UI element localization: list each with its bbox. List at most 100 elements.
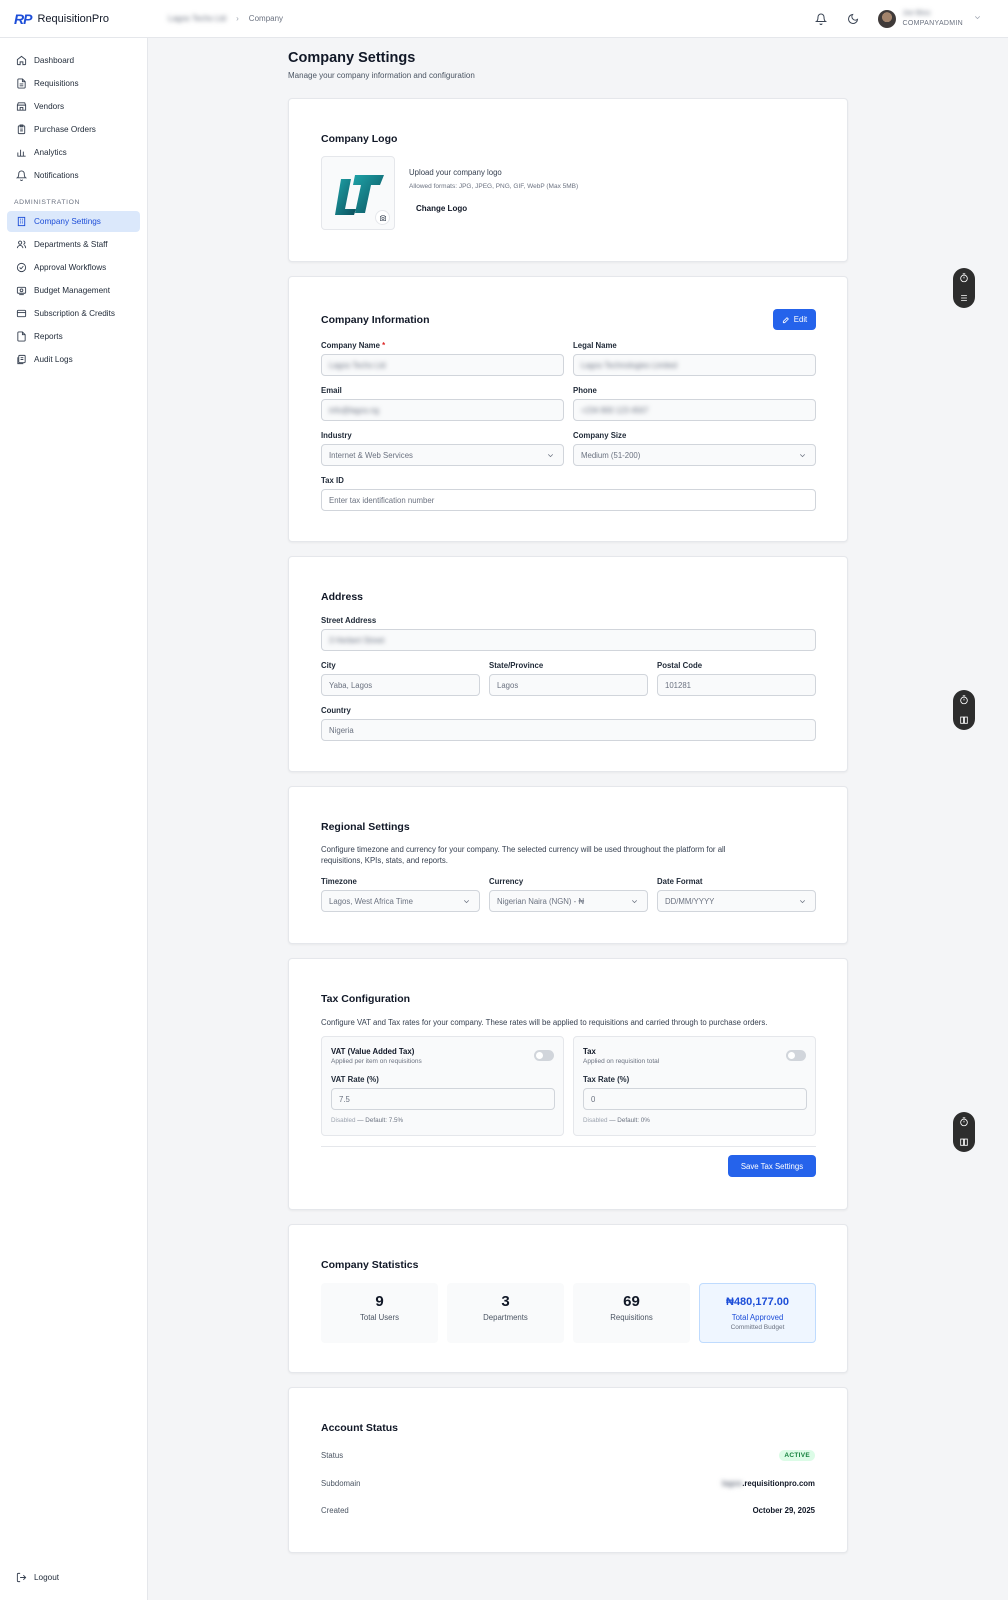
sidebar-item-subscription-credits[interactable]: Subscription & Credits bbox=[7, 303, 140, 324]
company-name-field[interactable]: Lagos Techs Ltd bbox=[321, 354, 564, 376]
sidebar-item-purchase-orders[interactable]: Purchase Orders bbox=[7, 119, 140, 140]
vat-title: VAT (Value Added Tax) bbox=[331, 1047, 415, 1056]
bell-icon bbox=[16, 170, 27, 181]
field-value: Lagos Techs Ltd bbox=[329, 360, 386, 370]
floating-widget[interactable] bbox=[953, 268, 975, 308]
user-menu[interactable]: Joe Bliss COMPANYADMIN bbox=[902, 9, 963, 29]
card-title: Account Status bbox=[321, 1422, 399, 1434]
industry-select[interactable]: Internet & Web Services bbox=[321, 444, 564, 466]
field-value: +234 800 123 4567 bbox=[581, 405, 649, 415]
vat-default: — Default: 7.5% bbox=[357, 1117, 404, 1124]
card-title: Company Statistics bbox=[321, 1259, 419, 1271]
sidebar-item-requisitions[interactable]: Requisitions bbox=[7, 73, 140, 94]
field-placeholder: Enter tax identification number bbox=[329, 495, 435, 505]
sidebar-item-analytics[interactable]: Analytics bbox=[7, 142, 140, 163]
logout-button[interactable]: Logout bbox=[7, 1567, 141, 1588]
legal-name-field[interactable]: Lagos Technologies Limited bbox=[573, 354, 816, 376]
bell-icon[interactable] bbox=[814, 12, 828, 26]
chevron-down-icon[interactable] bbox=[973, 13, 982, 24]
save-tax-settings-button[interactable]: Save Tax Settings bbox=[728, 1155, 816, 1177]
state-label: State/Province bbox=[489, 661, 544, 670]
moon-icon[interactable] bbox=[846, 12, 860, 26]
stat-label: Total Users bbox=[360, 1313, 399, 1322]
sidebar-item-dashboard[interactable]: Dashboard bbox=[7, 50, 140, 71]
bar-chart-icon bbox=[17, 149, 26, 157]
list-icon bbox=[961, 295, 967, 301]
sidebar-item-departments-staff[interactable]: Departments & Staff bbox=[7, 234, 140, 255]
stat-sublabel: Committed Budget bbox=[730, 1324, 785, 1331]
subdomain-label: Subdomain bbox=[321, 1479, 361, 1488]
date-format-select[interactable]: DD/MM/YYYY bbox=[657, 890, 816, 912]
breadcrumb-company[interactable]: Lagos Techs Ltd bbox=[168, 14, 226, 23]
vat-note: Disabled — Default: 7.5% bbox=[331, 1117, 403, 1124]
timezone-select[interactable]: Lagos, West Africa Time bbox=[321, 890, 480, 912]
country-field[interactable]: Nigeria bbox=[321, 719, 816, 741]
regional-description: Configure timezone and currency for your… bbox=[321, 844, 726, 866]
sidebar-item-label: Purchase Orders bbox=[34, 125, 96, 134]
sidebar-item-company-settings[interactable]: Company Settings bbox=[7, 211, 140, 232]
company-logo[interactable] bbox=[321, 156, 395, 230]
avatar[interactable] bbox=[878, 9, 897, 28]
regional-settings-card: Regional Settings Configure timezone and… bbox=[288, 786, 848, 944]
vat-rate-field[interactable]: 7.5 bbox=[331, 1088, 555, 1110]
currency-select[interactable]: Nigerian Naira (NGN) - ₦ bbox=[489, 890, 648, 912]
brand[interactable]: RP RequisitionPro bbox=[0, 11, 152, 27]
field-value: DD/MM/YYYY bbox=[665, 896, 715, 906]
sidebar-item-audit-logs[interactable]: Audit Logs bbox=[7, 349, 140, 370]
users-icon bbox=[16, 240, 27, 249]
tax-default: — Default: 0% bbox=[609, 1117, 650, 1124]
timer-icon bbox=[960, 695, 968, 705]
tax-rate-field[interactable]: 0 bbox=[583, 1088, 807, 1110]
status-label: Status bbox=[321, 1451, 344, 1460]
camera-icon[interactable] bbox=[375, 210, 390, 225]
stat-departments: 3 Departments bbox=[447, 1283, 564, 1343]
logout-icon bbox=[16, 1572, 27, 1583]
field-value: info@lagos.ng bbox=[329, 405, 379, 415]
sidebar-item-label: Reports bbox=[34, 332, 63, 341]
vat-rate-label: VAT Rate (%) bbox=[331, 1075, 379, 1084]
change-logo-button[interactable]: Change Logo bbox=[416, 204, 467, 213]
tax-toggle[interactable] bbox=[786, 1050, 806, 1061]
email-field[interactable]: info@lagos.ng bbox=[321, 399, 564, 421]
postal-code-field[interactable]: 101281 bbox=[657, 674, 816, 696]
sidebar-item-approval-workflows[interactable]: Approval Workflows bbox=[7, 257, 140, 278]
card-title: Company Information bbox=[321, 314, 430, 326]
breadcrumb-current: Company bbox=[248, 14, 284, 23]
company-size-select[interactable]: Medium (51-200) bbox=[573, 444, 816, 466]
tax-id-field[interactable]: Enter tax identification number bbox=[321, 489, 816, 511]
sidebar-item-vendors[interactable]: Vendors bbox=[7, 96, 140, 117]
field-value: Medium (51-200) bbox=[581, 450, 641, 460]
phone-label: Phone bbox=[573, 386, 597, 395]
sidebar-item-label: Budget Management bbox=[34, 286, 111, 295]
edit-button[interactable]: Edit bbox=[773, 309, 816, 330]
status-badge: ACTIVE bbox=[779, 1450, 815, 1461]
phone-field[interactable]: +234 800 123 4567 bbox=[573, 399, 816, 421]
logout-label: Logout bbox=[34, 1573, 60, 1582]
description-line: requisitions, KPIs, stats, and reports. bbox=[321, 856, 448, 865]
clipboard-icon bbox=[17, 124, 26, 135]
vat-toggle[interactable] bbox=[534, 1050, 554, 1061]
book-icon bbox=[960, 716, 968, 724]
company-statistics-card: Company Statistics 9 Total Users 3 Depar… bbox=[288, 1224, 848, 1373]
floating-widget[interactable] bbox=[953, 1112, 975, 1152]
sidebar-item-reports[interactable]: Reports bbox=[7, 326, 140, 347]
sidebar-item-budget-management[interactable]: Budget Management bbox=[7, 280, 140, 301]
state-field[interactable]: Lagos bbox=[489, 674, 648, 696]
account-status-card: Account Status Status ACTIVE Subdomain l… bbox=[288, 1387, 848, 1553]
subdomain-value: lagos.requisitionpro.com bbox=[722, 1479, 815, 1488]
address-card: Address Street Address 3 Herbert Street … bbox=[288, 556, 848, 772]
sidebar-item-notifications[interactable]: Notifications bbox=[7, 165, 140, 186]
tax-note: Disabled — Default: 0% bbox=[583, 1117, 650, 1124]
page-header: Company Settings Manage your company inf… bbox=[288, 50, 848, 80]
postal-code-label: Postal Code bbox=[657, 661, 703, 670]
stat-label: Departments bbox=[483, 1313, 528, 1322]
field-value: 0 bbox=[591, 1094, 596, 1104]
city-field[interactable]: Yaba, Lagos bbox=[321, 674, 480, 696]
stat-total-users: 9 Total Users bbox=[321, 1283, 438, 1343]
field-value: 3 Herbert Street bbox=[329, 635, 385, 645]
stat-label: Total Approved bbox=[731, 1313, 784, 1322]
floating-widget[interactable] bbox=[953, 690, 975, 730]
sidebar-item-label: Departments & Staff bbox=[34, 240, 108, 249]
street-address-field[interactable]: 3 Herbert Street bbox=[321, 629, 816, 651]
tax-subtitle: Applied on requisition total bbox=[583, 1058, 660, 1065]
